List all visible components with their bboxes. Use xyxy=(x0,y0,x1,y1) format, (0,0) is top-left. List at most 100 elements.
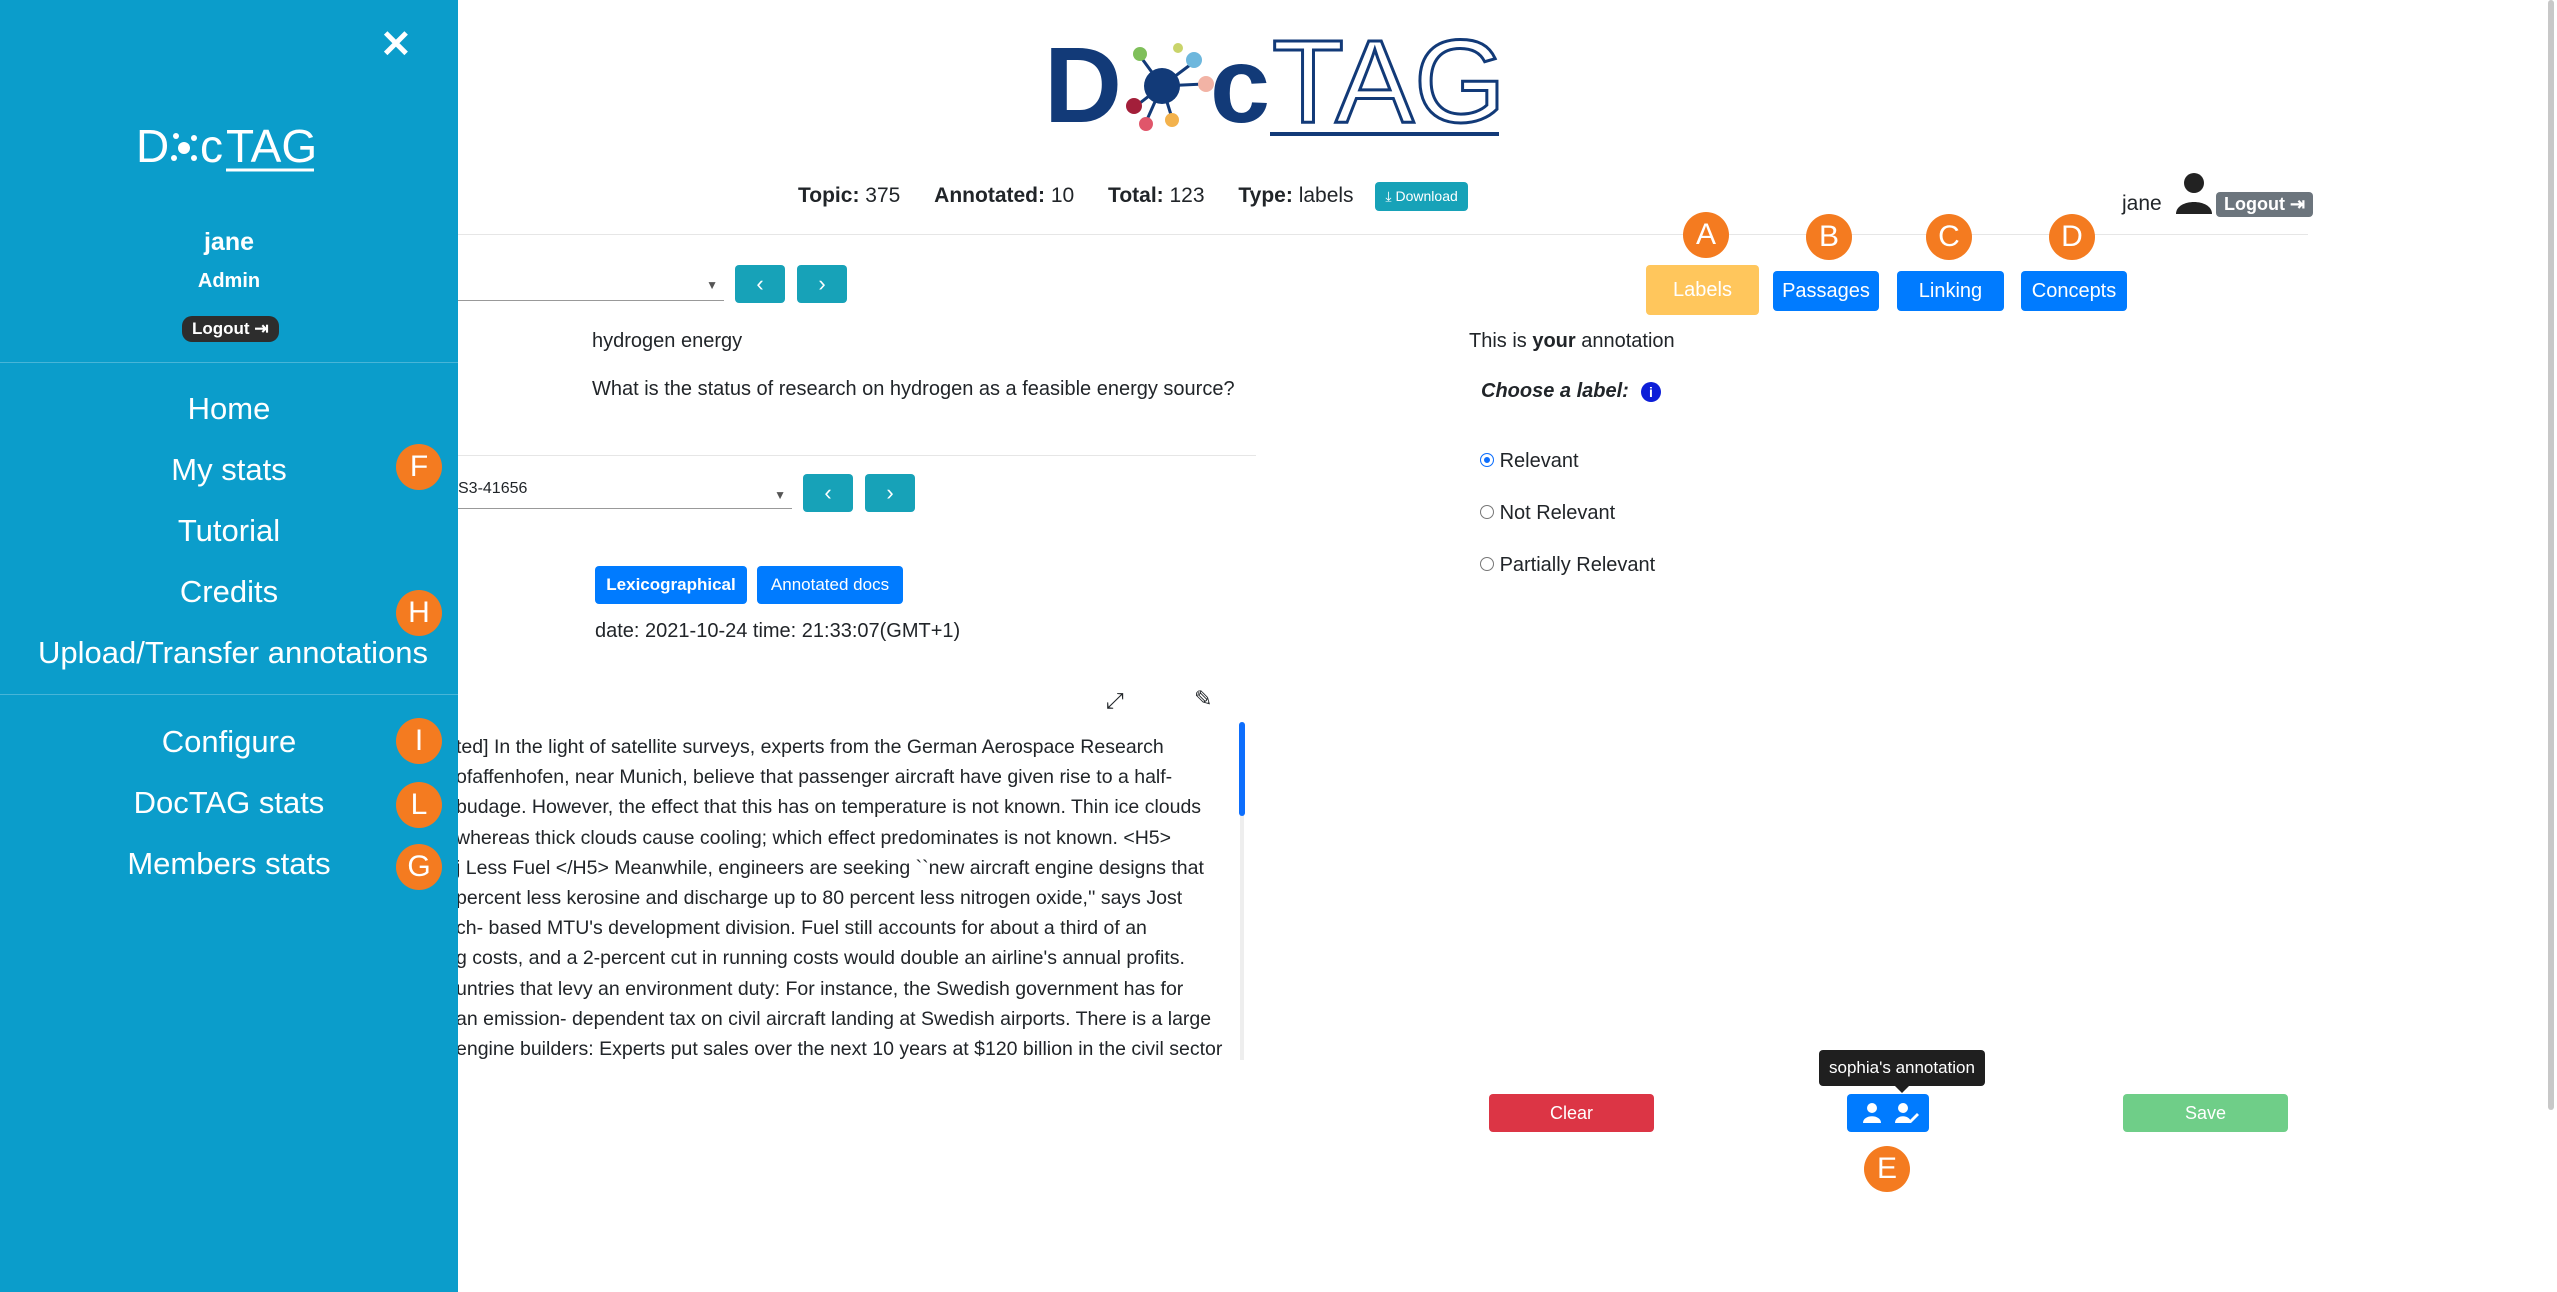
sort-annotated-button[interactable]: Annotated docs xyxy=(757,566,903,604)
annotation-intro-prefix: This is xyxy=(1469,330,1533,352)
marker-l: L xyxy=(396,782,442,828)
clear-button[interactable]: Clear xyxy=(1489,1094,1654,1132)
sort-annotated-label: Annotated docs xyxy=(770,575,890,594)
option-relevant[interactable]: Relevant xyxy=(1480,450,1579,473)
marker-b: B xyxy=(1806,214,1852,260)
option-partially-relevant[interactable]: Partially Relevant xyxy=(1480,554,1655,577)
marker-e: E xyxy=(1864,1146,1910,1192)
type-value: labels xyxy=(1298,184,1354,208)
sidebar-item-my-stats[interactable]: My stats xyxy=(0,452,458,488)
download-icon: ⤓ xyxy=(1385,188,1392,204)
prev-topic-button[interactable]: ‹ xyxy=(735,265,785,303)
option-partially-relevant-label: Partially Relevant xyxy=(1499,554,1656,576)
document-line: g costs, and a 2-percent cut in running … xyxy=(456,947,1185,970)
sidebar-item-doctag-stats[interactable]: DocTAG stats xyxy=(0,785,458,821)
document-line: j Less Fuel </H5> Meanwhile, engineers a… xyxy=(456,856,1204,879)
sidebar-item-credits[interactable]: Credits xyxy=(0,574,458,610)
topic-description: What is the status of research on hydrog… xyxy=(592,378,1235,400)
chevron-left-icon: ‹ xyxy=(824,480,832,505)
chevron-down-icon: ▼ xyxy=(774,488,786,502)
sidebar-logo: D c TAG xyxy=(136,118,326,179)
prev-document-button[interactable]: ‹ xyxy=(803,474,853,512)
download-button[interactable]: ⤓ Download xyxy=(1375,182,1468,211)
document-line: budage. However, the effect that this ha… xyxy=(456,796,1202,819)
sidebar-item-tutorial[interactable]: Tutorial xyxy=(0,513,458,549)
radio-not-relevant[interactable] xyxy=(1480,505,1494,519)
clear-label: Clear xyxy=(1549,1102,1593,1123)
doctag-logo-graphic: D c TAG xyxy=(1044,15,1507,150)
next-topic-button[interactable]: › xyxy=(797,265,847,303)
user-avatar-icon xyxy=(2174,172,2214,219)
radio-relevant[interactable] xyxy=(1480,453,1494,467)
document-text: ted] In the light of satellite surveys, … xyxy=(456,732,1236,1062)
sort-lexicographical-label: Lexicographical xyxy=(606,575,736,594)
tab-labels[interactable]: Labels xyxy=(1646,265,1759,315)
sidebar-item-configure[interactable]: Configure xyxy=(0,724,458,760)
sidebar-item-upload-transfer[interactable]: Upload/Transfer annotations xyxy=(4,635,462,671)
info-icon[interactable]: i xyxy=(1641,382,1661,402)
topic-title: hydrogen energy xyxy=(592,330,743,352)
marker-c: C xyxy=(1926,214,1972,260)
sidebar-logout-button[interactable]: Logout ⇥ xyxy=(182,316,279,342)
tab-passages-label: Passages xyxy=(1782,279,1870,302)
user-icon[interactable] xyxy=(1863,1103,1881,1128)
top-username: jane xyxy=(2122,192,2162,215)
sidebar-logout-label: Logout xyxy=(192,319,250,338)
topic-value: 375 xyxy=(865,184,901,208)
sidebar-molecule-icon xyxy=(171,133,197,161)
header-divider xyxy=(458,234,2308,235)
logo-letter-c: c xyxy=(1210,24,1270,142)
annotated-value: 10 xyxy=(1050,184,1075,208)
document-select-value: S3-41656 xyxy=(458,480,528,497)
page-scrollbar[interactable] xyxy=(2548,0,2554,1110)
option-not-relevant-label: Not Relevant xyxy=(1499,502,1616,524)
option-not-relevant[interactable]: Not Relevant xyxy=(1480,502,1615,525)
tab-passages[interactable]: Passages xyxy=(1773,271,1879,311)
user-edit-icon[interactable] xyxy=(1895,1103,1919,1128)
document-line: ofaffenhofen, near Munich, believe that … xyxy=(456,766,1173,789)
total-value: 123 xyxy=(1169,184,1205,208)
top-logout-label: Logout xyxy=(2224,194,2285,214)
annotation-users-group xyxy=(1847,1094,1929,1132)
marker-h: H xyxy=(396,590,442,636)
doctag-logo: D c TAG xyxy=(1044,15,1507,150)
logo-tag-text: TAG xyxy=(1272,22,1504,142)
topic-select[interactable]: ▼ xyxy=(458,272,724,301)
download-label: Download xyxy=(1395,188,1458,204)
annotation-intro-suffix: annotation xyxy=(1575,330,1675,352)
document-line: engine builders: Experts put sales over … xyxy=(456,1038,1223,1061)
tab-concepts[interactable]: Concepts xyxy=(2021,271,2127,311)
save-button[interactable]: Save xyxy=(2123,1094,2288,1132)
document-line: whereas thick clouds cause cooling; whic… xyxy=(456,826,1172,849)
chevron-left-icon: ‹ xyxy=(756,271,764,296)
logo-letter-d: D xyxy=(1044,24,1122,142)
expand-icon[interactable]: ⤢ xyxy=(1106,688,1124,714)
tooltip-arrow xyxy=(1895,1086,1909,1093)
sidebar-logo-c: c xyxy=(200,120,223,172)
sort-lexicographical-button[interactable]: Lexicographical xyxy=(595,566,747,604)
sidebar-item-home[interactable]: Home xyxy=(0,391,458,427)
top-logout-button[interactable]: Logout ⇥ xyxy=(2216,192,2314,217)
magic-wand-icon[interactable]: ✎ xyxy=(1194,686,1212,712)
chevron-right-icon: › xyxy=(818,271,826,296)
document-select[interactable]: S3-41656 ▼ xyxy=(458,480,792,509)
radio-partially-relevant[interactable] xyxy=(1480,557,1494,571)
document-scrollbar-thumb[interactable] xyxy=(1239,722,1245,816)
marker-g: G xyxy=(396,844,442,890)
next-document-button[interactable]: › xyxy=(865,474,915,512)
sidebar-item-members-stats[interactable]: Members stats xyxy=(0,846,458,882)
document-date: date: 2021-10-24 time: 21:33:07(GMT+1) xyxy=(595,620,961,642)
close-icon[interactable]: ✕ xyxy=(380,22,412,67)
total-label: Total: xyxy=(1108,184,1164,208)
logout-icon: ⇥ xyxy=(254,319,269,338)
marker-d: D xyxy=(2049,214,2095,260)
stats-bar: Topic: 375 Annotated: 10 Total: 123 Type… xyxy=(798,182,1468,211)
document-line: untries that levy an environment duty: F… xyxy=(456,977,1184,1000)
sidebar-role: Admin xyxy=(197,270,261,292)
sidebar: ✕ D c TAG jane Admin Logout ⇥ Home My st… xyxy=(0,0,458,1292)
marker-a: A xyxy=(1683,212,1729,258)
molecule-icon xyxy=(1126,43,1214,131)
annotated-label: Annotated: xyxy=(934,184,1045,208)
choose-label-heading: Choose a label: xyxy=(1481,380,1629,402)
tab-linking[interactable]: Linking xyxy=(1897,271,2004,311)
